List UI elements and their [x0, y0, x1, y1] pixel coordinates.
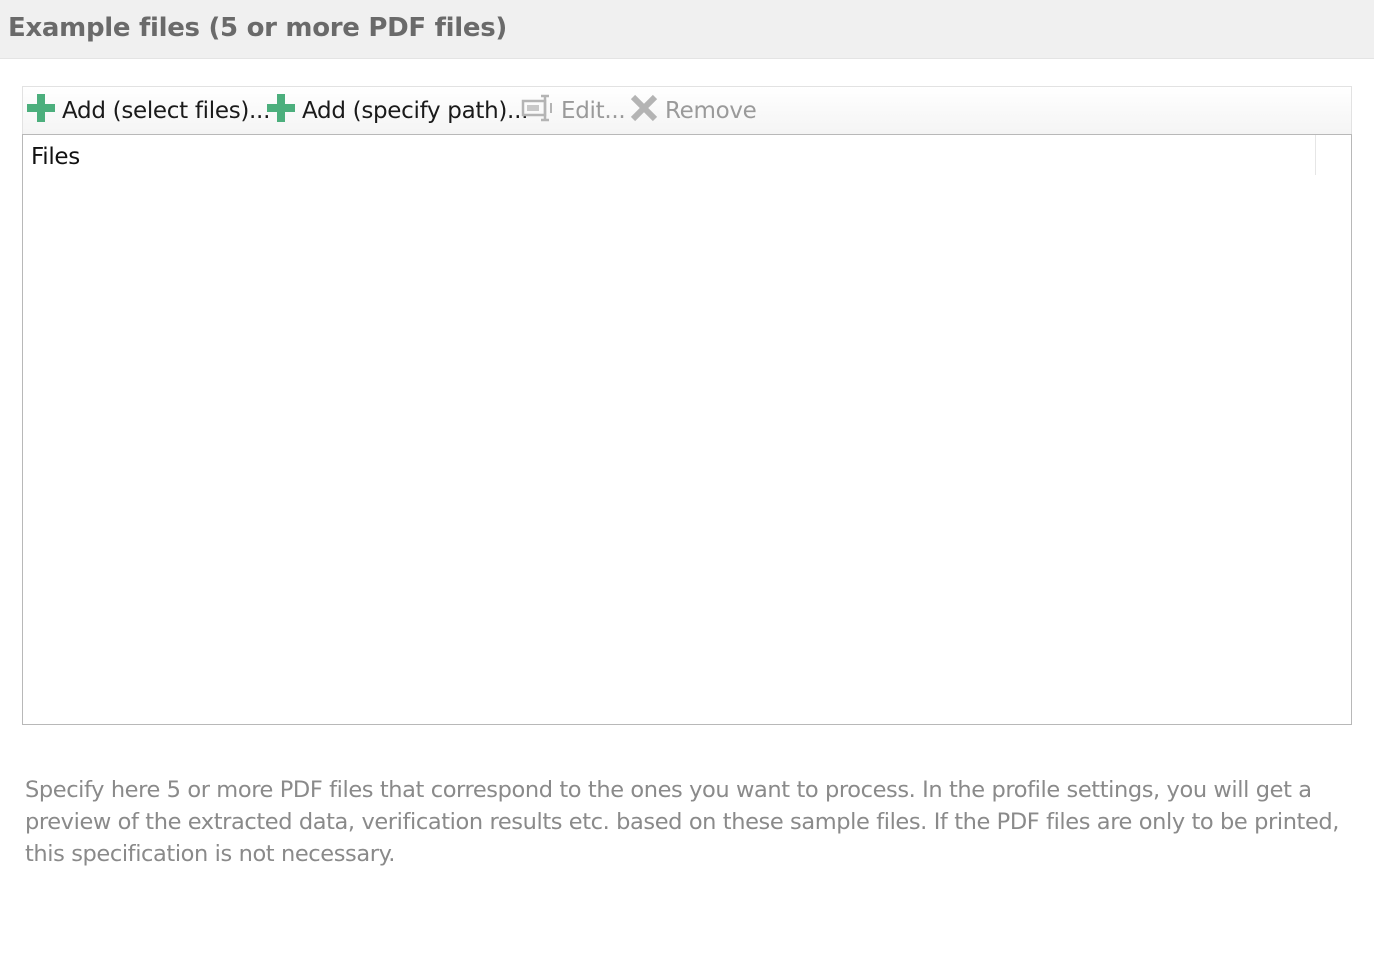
x-icon — [629, 93, 659, 129]
files-list[interactable]: Files — [22, 134, 1352, 725]
add-select-files-label: Add (select files)... — [62, 98, 271, 124]
add-specify-path-button[interactable]: Add (specify path)... — [266, 93, 528, 129]
edit-field-icon — [521, 93, 555, 129]
remove-button[interactable]: Remove — [629, 93, 757, 129]
add-select-files-button[interactable]: Add (select files)... — [26, 93, 270, 129]
plus-icon — [266, 93, 296, 129]
edit-button[interactable]: Edit... — [521, 93, 626, 129]
column-header-label: Files — [31, 144, 80, 170]
add-specify-path-label: Add (specify path)... — [302, 98, 529, 124]
column-header-files[interactable]: Files — [23, 135, 1316, 175]
section-title: Example files (5 or more PDF files) — [8, 13, 507, 43]
plus-icon — [26, 93, 56, 129]
remove-label: Remove — [665, 98, 757, 124]
section-header: Example files (5 or more PDF files) — [0, 0, 1374, 59]
edit-label: Edit... — [561, 98, 626, 124]
help-description: Specify here 5 or more PDF files that co… — [25, 777, 1340, 867]
files-toolbar: Add (select files)... Add (specify path)… — [22, 86, 1352, 135]
